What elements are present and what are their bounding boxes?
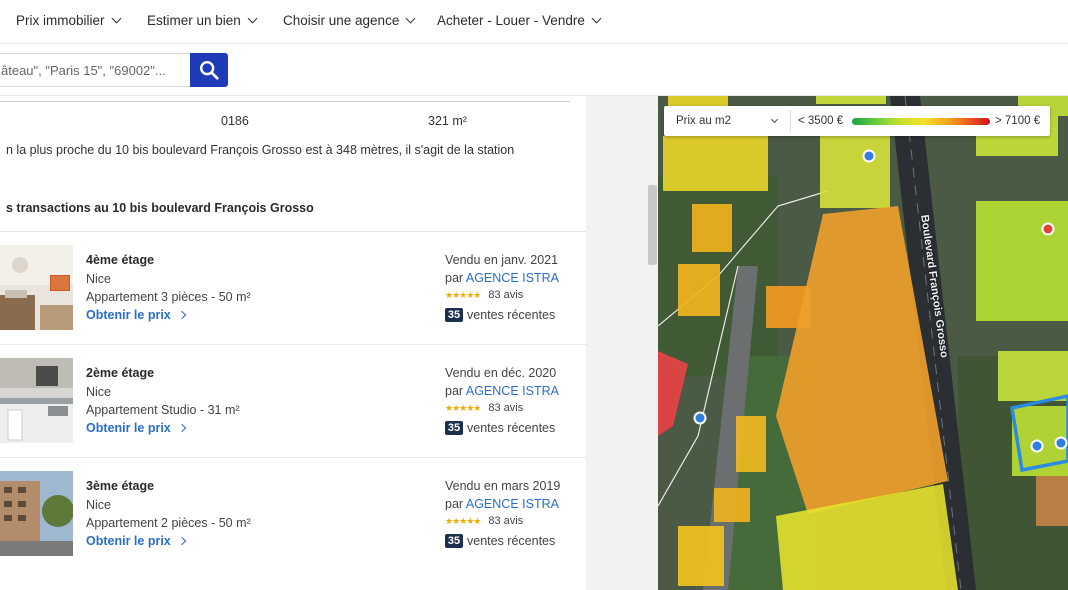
- link-label: Obtenir le prix: [86, 421, 171, 435]
- nav-acheter-louer-vendre[interactable]: Acheter - Louer - Vendre: [437, 13, 602, 28]
- recent-sales-badge: 35: [445, 308, 463, 322]
- nav-choisir-une-agence[interactable]: Choisir une agence: [283, 13, 416, 28]
- agency-line: par AGENCE ISTRA: [445, 497, 559, 511]
- left-content: 0186 321 m² n la plus proche du 10 bis b…: [0, 96, 586, 590]
- review-count: 83 avis: [488, 402, 524, 414]
- nav-prix-immobilier[interactable]: Prix immobilier: [16, 13, 121, 28]
- star-rating-icon: ★★★★★: [445, 515, 481, 526]
- by-prefix: par: [445, 384, 464, 398]
- transaction-floor: 3ème étage: [86, 479, 155, 493]
- nav-estimer-un-bien[interactable]: Estimer un bien: [147, 13, 258, 28]
- building-photo: [0, 471, 73, 556]
- nav-label: Acheter - Louer - Vendre: [437, 13, 585, 28]
- chevron-down-icon: [247, 13, 258, 24]
- transaction-item: 4ème étage Nice Appartement 3 pièces - 5…: [0, 232, 586, 345]
- chevron-right-icon: [177, 423, 186, 433]
- agency-link[interactable]: AGENCE ISTRA: [466, 497, 559, 511]
- get-price-link[interactable]: Obtenir le prix: [86, 421, 186, 435]
- chevron-right-icon: [177, 536, 186, 546]
- transaction-floor: 4ème étage: [86, 253, 155, 267]
- by-prefix: par: [445, 271, 464, 285]
- legend-select[interactable]: Prix au m2: [676, 115, 731, 127]
- get-price-link[interactable]: Obtenir le prix: [86, 534, 186, 548]
- transaction-type: Appartement Studio - 31 m²: [86, 403, 240, 417]
- link-label: Obtenir le prix: [86, 308, 171, 322]
- transaction-floor: 2ème étage: [86, 366, 155, 380]
- review-count: 83 avis: [488, 289, 524, 301]
- map-satellite: [658, 96, 1068, 590]
- review-count: 83 avis: [488, 515, 524, 527]
- agency-rating: ★★★★★ 83 avis: [445, 402, 523, 414]
- recent-sales: 35 ventes récentes: [445, 534, 555, 548]
- chevron-down-icon: [405, 13, 416, 24]
- agency-line: par AGENCE ISTRA: [445, 384, 559, 398]
- search-bar: [0, 44, 1068, 96]
- station-text: n la plus proche du 10 bis boulevard Fra…: [6, 143, 515, 157]
- surface-value: 321 m²: [428, 114, 467, 128]
- top-navigation: Prix immobilier Estimer un bien Choisir …: [0, 0, 1068, 44]
- agency-link[interactable]: AGENCE ISTRA: [466, 271, 559, 285]
- nav-label: Estimer un bien: [147, 13, 241, 28]
- transaction-city: Nice: [86, 385, 112, 399]
- recent-sales-label: ventes récentes: [467, 421, 556, 435]
- link-label: Obtenir le prix: [86, 534, 171, 548]
- get-price-link[interactable]: Obtenir le prix: [86, 308, 186, 322]
- chevron-down-icon: [591, 13, 602, 24]
- transaction-type: Appartement 2 pièces - 50 m²: [86, 516, 251, 530]
- recent-sales-label: ventes récentes: [467, 308, 556, 322]
- price-map[interactable]: Boulevard François Grosso: [658, 96, 1068, 590]
- recent-sales-badge: 35: [445, 421, 463, 435]
- sale-date: Vendu en mars 2019: [445, 479, 561, 493]
- star-rating-icon: ★★★★★: [445, 289, 481, 300]
- chevron-down-icon: [111, 13, 121, 24]
- recent-sales-badge: 35: [445, 534, 463, 548]
- search-icon: [200, 61, 219, 80]
- transaction-item: 3ème étage Nice Appartement 2 pièces - 5…: [0, 458, 586, 571]
- chevron-down-icon: [770, 115, 779, 124]
- nav-label: Choisir une agence: [283, 13, 400, 28]
- recent-sales: 35 ventes récentes: [445, 308, 555, 322]
- transaction-type: Appartement 3 pièces - 50 m²: [86, 290, 251, 304]
- scrollbar-thumb[interactable]: [648, 185, 657, 265]
- transaction-item: 2ème étage Nice Appartement Studio - 31 …: [0, 345, 586, 458]
- search-input[interactable]: [0, 53, 190, 87]
- recent-sales: 35 ventes récentes: [445, 421, 555, 435]
- transaction-city: Nice: [86, 498, 112, 512]
- chevron-right-icon: [177, 310, 186, 320]
- star-rating-icon: ★★★★★: [445, 402, 481, 413]
- legend-max-label: > 7100 €: [995, 115, 1041, 127]
- agency-rating: ★★★★★ 83 avis: [445, 289, 523, 301]
- recent-sales-label: ventes récentes: [467, 534, 556, 548]
- divider: [0, 101, 570, 102]
- nav-label: Prix immobilier: [16, 13, 105, 28]
- transactions-section-title: s transactions au 10 bis boulevard Franç…: [6, 201, 314, 215]
- panel-gutter: [586, 96, 658, 590]
- transaction-city: Nice: [86, 272, 112, 286]
- legend-min-label: < 3500 €: [798, 115, 844, 127]
- agency-line: par AGENCE ISTRA: [445, 271, 559, 285]
- legend-color-bar: [852, 118, 990, 125]
- apartment-photo: [0, 245, 73, 330]
- apartment-photo: [0, 358, 73, 443]
- agency-rating: ★★★★★ 83 avis: [445, 515, 523, 527]
- price-legend: Prix au m2 < 3500 € > 7100 €: [664, 106, 1050, 136]
- agency-link[interactable]: AGENCE ISTRA: [466, 384, 559, 398]
- cadastre-code: 0186: [221, 114, 249, 128]
- divider: [790, 110, 791, 132]
- by-prefix: par: [445, 497, 464, 511]
- sale-date: Vendu en déc. 2020: [445, 366, 557, 380]
- sale-date: Vendu en janv. 2021: [445, 253, 559, 267]
- search-button[interactable]: [190, 53, 228, 87]
